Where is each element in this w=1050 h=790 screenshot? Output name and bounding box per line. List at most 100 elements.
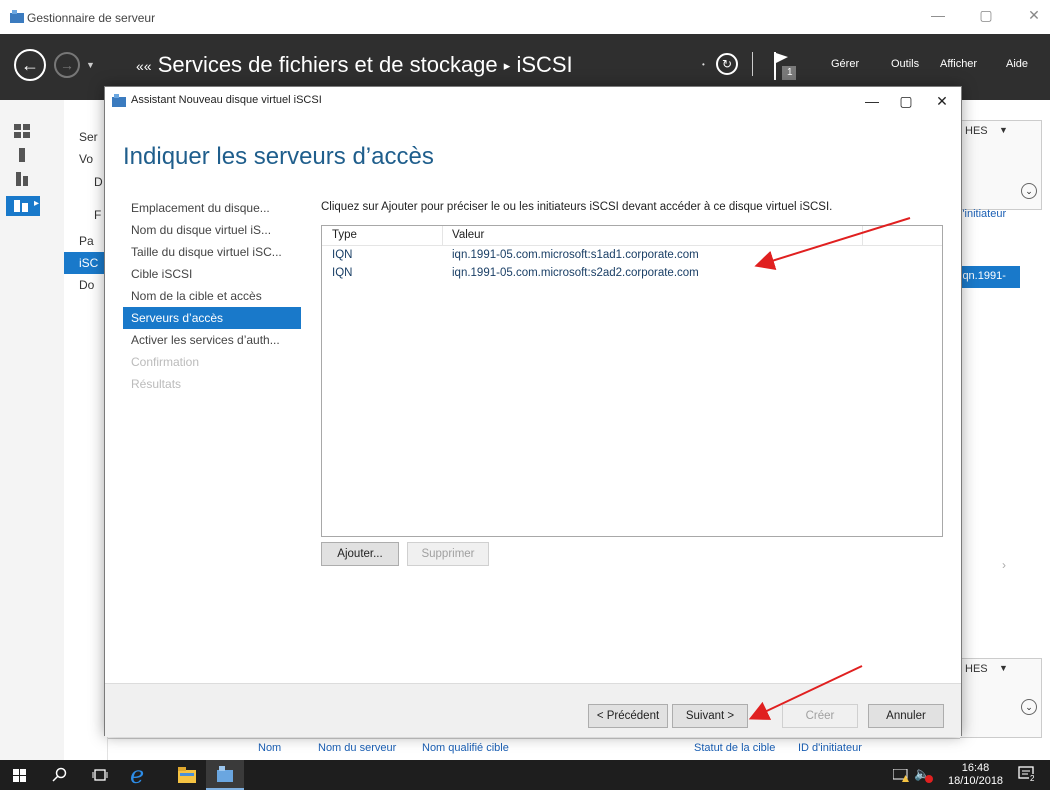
scroll-right-icon[interactable]: › [1002, 558, 1006, 572]
arrow-right-icon: → [60, 57, 74, 73]
internet-explorer-icon[interactable]: e [130, 761, 144, 789]
notification-count: 2 [1029, 774, 1036, 783]
dashboard-icon[interactable] [14, 124, 30, 138]
forward-button[interactable]: → [54, 52, 80, 78]
notifications-flag-icon[interactable] [772, 50, 800, 82]
back-button[interactable]: ← [14, 49, 46, 81]
close-button[interactable]: ✕ [1018, 4, 1050, 26]
nav-item-pools[interactable]: F [94, 208, 101, 222]
dialog-close-button[interactable]: ✕ [927, 90, 957, 112]
windows-start-icon[interactable] [13, 769, 26, 782]
nav-item-work-folders[interactable]: Do [79, 278, 94, 292]
history-dropdown-icon[interactable]: ▼ [86, 60, 95, 70]
selected-iqn-value: iqn.1991- [960, 270, 1006, 282]
col-qualified-target-name[interactable]: Nom qualifié cible [422, 742, 509, 754]
mute-badge [925, 775, 933, 783]
cancel-button[interactable]: Annuler [868, 704, 944, 728]
col-separator [442, 226, 443, 246]
clock[interactable]: 16:48 18/10/2018 [948, 762, 1003, 788]
col-server-name[interactable]: Nom du serveur [318, 742, 396, 754]
wizard-step[interactable]: Cible iSCSI [123, 263, 301, 285]
col-value[interactable]: Valeur [452, 229, 484, 241]
menu-tools[interactable]: Outils [891, 58, 919, 70]
menu-view[interactable]: Afficher [940, 58, 977, 70]
initiators-list[interactable]: Type Valeur IQN iqn.1991-05.com.microsof… [321, 225, 943, 537]
wizard-step[interactable]: Activer les services d’auth... [123, 329, 301, 351]
collapse-chevron-icon-bottom[interactable]: ⌄ [1021, 699, 1037, 715]
task-view-icon[interactable] [92, 767, 108, 783]
tasks-dropdown-icon[interactable]: ▼ [999, 125, 1008, 135]
flag-count: 1 [787, 67, 793, 78]
expand-icon: ▸ [34, 198, 40, 209]
dialog-maximize-button[interactable]: ▢ [891, 90, 921, 112]
wizard-step: Résultats [131, 377, 182, 391]
menu-manage[interactable]: Gérer [831, 58, 859, 70]
wizard-step[interactable]: Nom du disque virtuel iS... [123, 219, 301, 241]
breadcrumb-current: iSCSI [516, 52, 573, 77]
taskbar: e 🔈 16:48 18/10/2018 2 [0, 760, 1050, 790]
maximize-button[interactable]: ▢ [970, 4, 1002, 26]
wizard-step: Confirmation [131, 355, 200, 369]
file-explorer-icon[interactable] [178, 767, 196, 783]
wizard-step[interactable]: Nom de la cible et accès [123, 285, 301, 307]
collapse-chevron-icon[interactable]: ⌄ [1021, 183, 1037, 199]
breadcrumb: «« Services de fichiers et de stockage ▸… [136, 52, 573, 78]
col-initiator-id[interactable]: ID d'initiateur [798, 742, 862, 754]
col-type[interactable]: Type [332, 229, 357, 241]
icon-sidebar: ▸ [0, 100, 64, 760]
server-manager-titlebar: Gestionnaire de serveur — ▢ ✕ [0, 0, 1050, 34]
wizard-icon [112, 94, 126, 107]
wizard-step[interactable]: Serveurs d’accès [123, 307, 301, 329]
targets-table-header: Nom Nom du serveur Nom qualifié cible St… [108, 738, 960, 760]
menu-help[interactable]: Aide [1006, 58, 1028, 70]
col-name[interactable]: Nom [258, 742, 281, 754]
server-manager-taskbar-icon [217, 766, 233, 782]
server-manager-taskbar-button[interactable] [206, 760, 244, 790]
page-title: Indiquer les serveurs d’accès [123, 143, 434, 170]
next-button[interactable]: Suivant > [672, 704, 748, 728]
list-item[interactable]: IQN iqn.1991-05.com.microsoft:s1ad1.corp… [322, 248, 942, 266]
tasks-label-bottom[interactable]: HES [965, 663, 988, 675]
local-server-icon[interactable] [14, 148, 30, 162]
col-separator [862, 226, 863, 246]
minimize-button[interactable]: — [922, 4, 954, 26]
file-storage-nav-selected[interactable]: ▸ [6, 196, 40, 216]
list-item[interactable]: IQN iqn.1991-05.com.microsoft:s2ad2.corp… [322, 266, 942, 284]
search-icon[interactable] [52, 767, 68, 783]
list-header: Type Valeur [322, 226, 942, 246]
dialog-minimize-button[interactable]: — [857, 90, 887, 112]
nav-item-disks[interactable]: D [94, 175, 103, 189]
clock-time: 16:48 [961, 762, 990, 774]
wizard-step[interactable]: Taille du disque virtuel iSC... [123, 241, 301, 263]
create-button[interactable]: Créer [782, 704, 858, 728]
wizard-step[interactable]: Emplacement du disque... [123, 197, 301, 219]
clock-date: 18/10/2018 [948, 775, 1004, 787]
all-servers-icon[interactable] [14, 172, 30, 186]
tasks-dropdown-icon-bottom[interactable]: ▼ [999, 663, 1008, 673]
tasks-label-top[interactable]: HES [965, 125, 988, 137]
nav-item-servers[interactable]: Ser [79, 130, 98, 144]
breadcrumb-root[interactable]: Services de fichiers et de stockage [158, 52, 498, 77]
network-warning-icon[interactable] [893, 769, 909, 782]
right-pane: HES ▼ ⌄ l'initiateur iqn.1991- › HES ▼ ⌄ [960, 100, 1050, 760]
initiator-column-header[interactable]: l'initiateur [960, 208, 1020, 220]
nav-item-iscsi[interactable]: iSC [64, 252, 108, 274]
row-type: IQN [332, 249, 353, 261]
nav-item-shares[interactable]: Pa [79, 234, 94, 248]
selected-iqn-row[interactable]: iqn.1991- [960, 266, 1020, 288]
nav-item-volumes[interactable]: Vo [79, 152, 93, 166]
col-target-status[interactable]: Statut de la cible [694, 742, 775, 754]
instructions-text: Cliquez sur Ajouter pour préciser le ou … [321, 201, 833, 213]
refresh-button[interactable]: ↻ [716, 53, 738, 75]
row-type: IQN [332, 267, 353, 279]
remove-button[interactable]: Supprimer [407, 542, 489, 566]
tasks-panel-top: HES ▼ ⌄ [960, 120, 1042, 210]
breadcrumb-prefix[interactable]: «« [136, 58, 152, 74]
dropdown-dot-icon: • [702, 60, 705, 69]
refresh-icon: ↻ [721, 57, 733, 71]
dialog-titlebar: Assistant Nouveau disque virtuel iSCSI —… [105, 87, 961, 115]
add-button[interactable]: Ajouter... [321, 542, 399, 566]
previous-button[interactable]: < Précédent [588, 704, 668, 728]
row-value: iqn.1991-05.com.microsoft:s2ad2.corporat… [452, 267, 699, 279]
action-center-button[interactable]: 2 [1018, 766, 1038, 784]
